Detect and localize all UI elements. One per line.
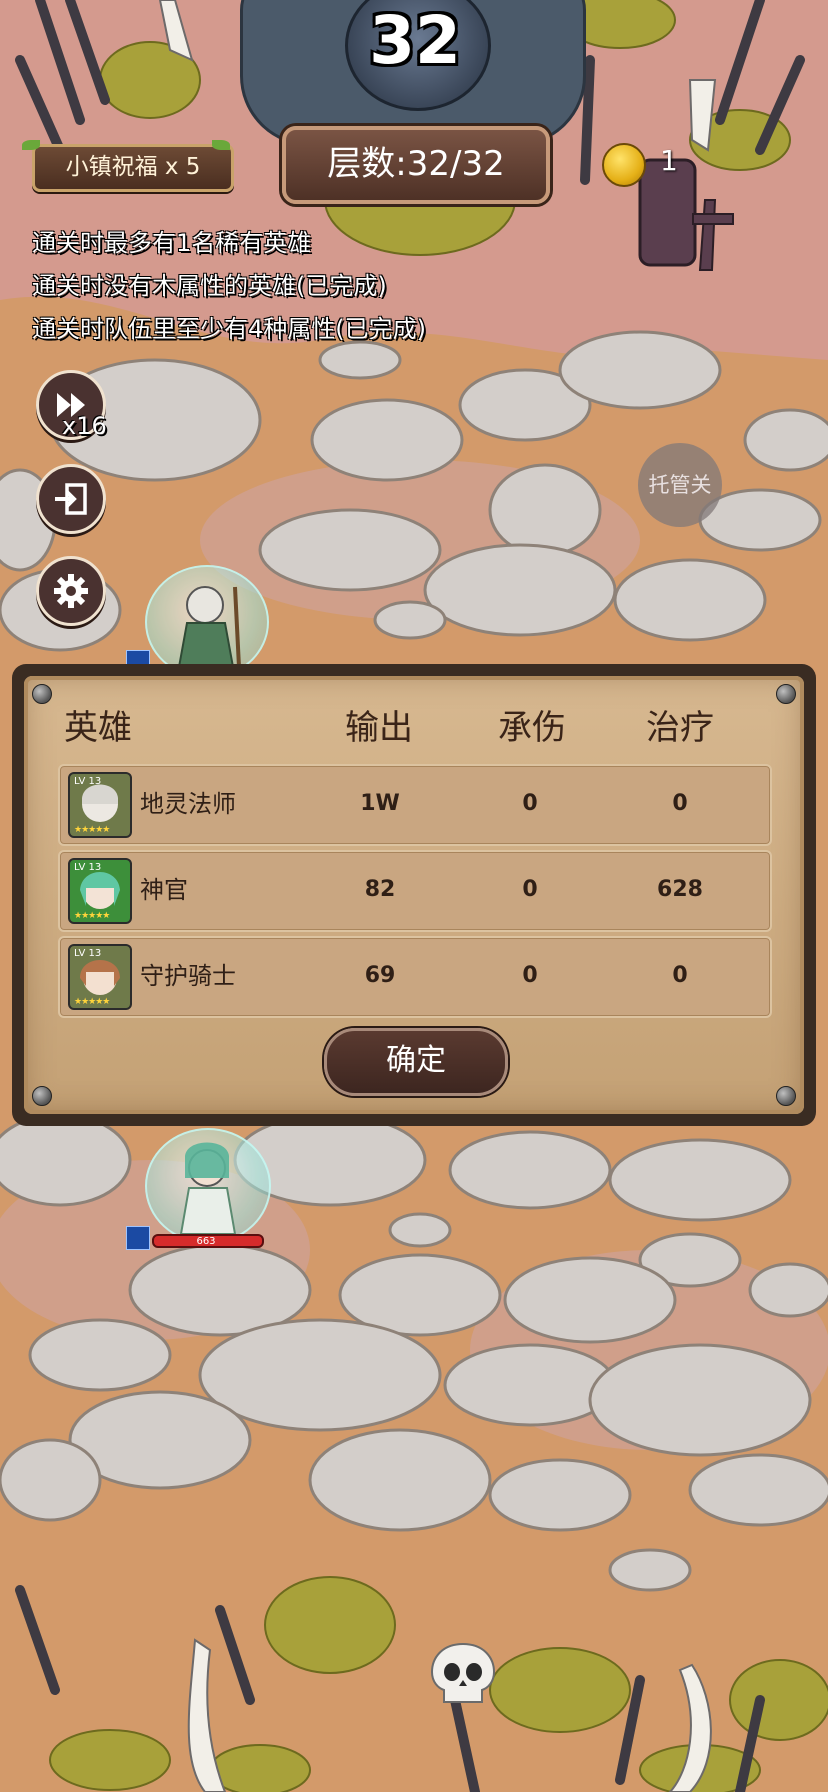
stats-row: LV 13 ★★★★★ 神官 82 0 628 [58, 850, 772, 932]
hero-portrait: LV 13 ★★★★★ [68, 772, 132, 838]
speed-multiplier: x16 [62, 412, 107, 440]
hero-level: LV 13 [74, 862, 102, 873]
objective-item: 通关时最多有1名稀有英雄 [32, 229, 312, 257]
hero-name: 守护骑士 [140, 962, 236, 990]
leaf-decoration-icon [212, 140, 230, 150]
rivet-icon [32, 1086, 52, 1106]
column-header-output: 输出 [345, 708, 413, 748]
hp-value: 663 [196, 1236, 216, 1247]
hero-stars: ★★★★★ [74, 911, 110, 921]
hero-portrait: LV 13 ★★★★★ [68, 944, 132, 1010]
hero-healing: 628 [657, 877, 703, 902]
skull-icon [430, 1642, 496, 1703]
element-icon [126, 1226, 150, 1250]
hero-name: 神官 [140, 876, 188, 904]
stats-row: LV 13 ★★★★★ 地灵法师 1W 0 0 [58, 764, 772, 846]
priest-sprite-icon [179, 1142, 237, 1235]
rivet-icon [776, 684, 796, 704]
hero-damage-taken: 0 [522, 877, 538, 902]
hero-damage-taken: 0 [522, 791, 538, 816]
settings-button[interactable] [36, 556, 106, 626]
confirm-button[interactable]: 确定 [324, 1028, 508, 1096]
objective-item: 通关时队伍里至少有4种属性(已完成) [32, 315, 426, 343]
blessing-badge[interactable]: 小镇祝福 x 5 [32, 144, 234, 192]
coin-count: 1 [660, 144, 678, 177]
gold-coin-icon [602, 143, 646, 187]
game-scene: 32 小镇祝福 x 5 层数:32/32 1 通关时最多有1名稀有英雄 通关时没… [0, 0, 828, 1792]
leaf-decoration-icon [22, 140, 40, 150]
hero-stars: ★★★★★ [74, 997, 110, 1007]
column-header-damage-taken: 承伤 [498, 708, 566, 748]
hero-healing: 0 [672, 963, 688, 988]
hero-output: 69 [364, 963, 396, 988]
blessing-label: 小镇祝福 x 5 [65, 154, 201, 180]
hero-sprite [145, 565, 269, 679]
hero-name: 地灵法师 [140, 790, 236, 818]
stats-row: LV 13 ★★★★★ 守护骑士 69 0 0 [58, 936, 772, 1018]
rivet-icon [776, 1086, 796, 1106]
hero-sprite [145, 1128, 271, 1244]
hero-portrait: LV 13 ★★★★★ [68, 858, 132, 924]
hero-output: 82 [364, 877, 396, 902]
rivet-icon [32, 684, 52, 704]
objective-item: 通关时没有木属性的英雄(已完成) [32, 272, 387, 300]
column-header-hero: 英雄 [64, 708, 132, 748]
exit-icon [55, 483, 87, 515]
hero-level: LV 13 [74, 776, 102, 787]
mage-sprite-icon [177, 586, 241, 668]
auto-battle-button[interactable]: 托管关 [638, 443, 722, 527]
hero-output: 1W [360, 791, 400, 816]
floor-counter: 层数:32/32 [282, 126, 550, 204]
column-header-healing: 治疗 [646, 708, 714, 748]
level-number: 32 [369, 2, 461, 79]
hero-level: LV 13 [74, 948, 102, 959]
exit-button[interactable] [36, 464, 106, 534]
hero-damage-taken: 0 [522, 963, 538, 988]
gear-icon [54, 574, 88, 608]
hero-stars: ★★★★★ [74, 825, 110, 835]
hero-healing: 0 [672, 791, 688, 816]
objective-list: 通关时最多有1名稀有英雄 通关时没有木属性的英雄(已完成) 通关时队伍里至少有4… [32, 222, 426, 351]
